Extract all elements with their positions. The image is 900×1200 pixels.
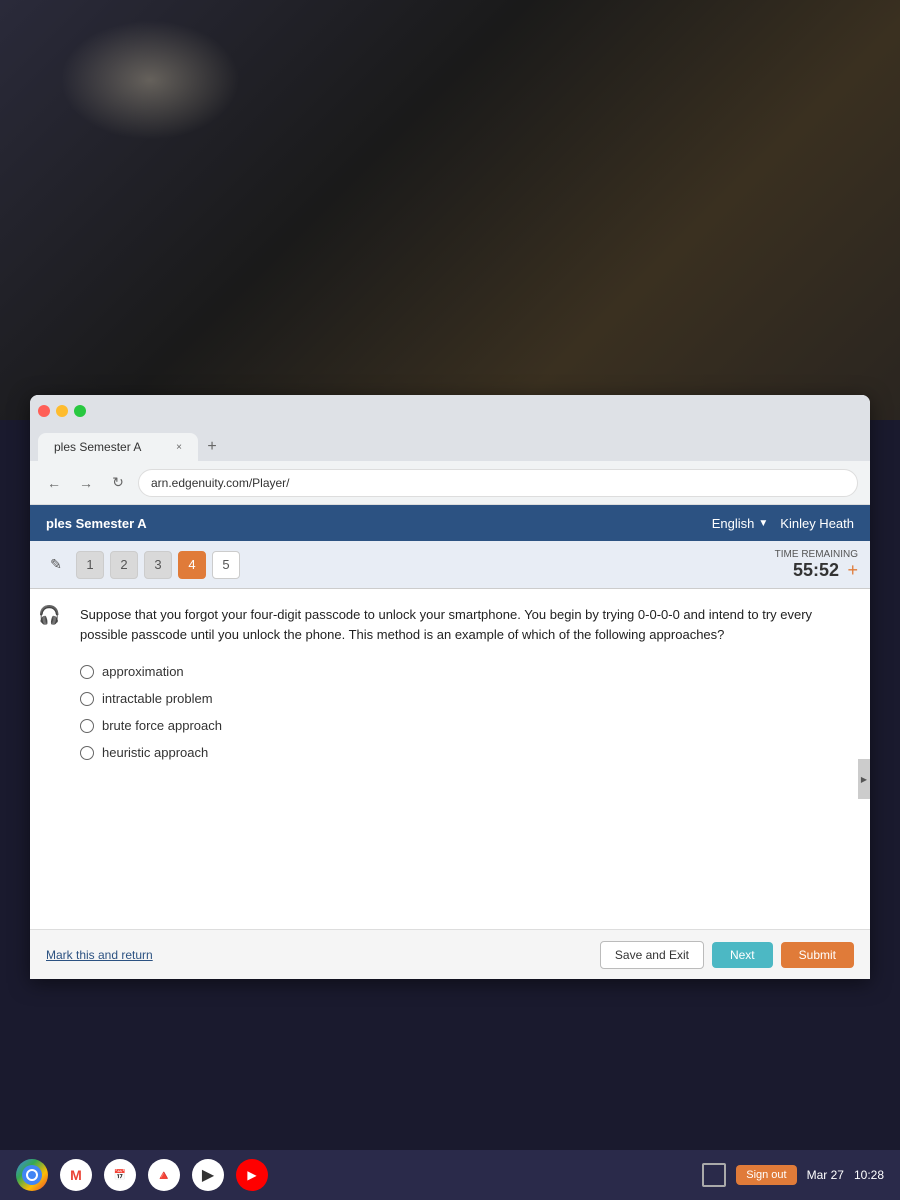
timer-value: 55:52 xyxy=(793,560,839,580)
screen-icon xyxy=(702,1163,726,1187)
language-chevron-icon: ▼ xyxy=(758,518,768,529)
back-button[interactable]: ← xyxy=(42,471,66,495)
language-selector[interactable]: English ▼ xyxy=(712,516,769,531)
tab-close-icon[interactable]: × xyxy=(176,442,182,453)
taskbar: M 📅 🔺 ▶ ▶ Sign out Mar 27 10:28 xyxy=(0,1150,900,1200)
photo-background xyxy=(0,0,900,420)
browser-minimize-button[interactable] xyxy=(56,405,68,417)
answer-option-d[interactable]: heuristic approach xyxy=(80,745,850,760)
refresh-button[interactable]: ↻ xyxy=(106,471,130,495)
radio-c[interactable] xyxy=(80,719,94,733)
option-c-text: brute force approach xyxy=(102,718,222,733)
browser-titlebar xyxy=(30,395,870,427)
radio-b[interactable] xyxy=(80,692,94,706)
calendar-icon[interactable]: 📅 xyxy=(104,1159,136,1191)
question-button-1[interactable]: 1 xyxy=(76,551,104,579)
answer-options: approximation intractable problem brute … xyxy=(50,664,850,760)
action-buttons: Save and Exit Next Submit xyxy=(600,941,854,969)
app-header: ples Semester A English ▼ Kinley Heath xyxy=(30,505,870,541)
action-bar: Mark this and return Save and Exit Next … xyxy=(30,929,870,979)
question-button-3[interactable]: 3 xyxy=(144,551,172,579)
browser-tab[interactable]: ples Semester A × xyxy=(38,433,198,461)
forward-button[interactable]: → xyxy=(74,471,98,495)
youtube-icon[interactable]: ▶ xyxy=(236,1159,268,1191)
taskbar-right: Sign out Mar 27 10:28 xyxy=(702,1163,884,1187)
save-exit-button[interactable]: Save and Exit xyxy=(600,941,704,969)
option-d-text: heuristic approach xyxy=(102,745,208,760)
tab-label: ples Semester A xyxy=(54,440,141,454)
taskbar-date: Mar 27 xyxy=(807,1168,844,1182)
address-input[interactable] xyxy=(138,469,858,497)
mark-return-link[interactable]: Mark this and return xyxy=(46,948,153,962)
scroll-arrow-icon[interactable]: ▶ xyxy=(858,759,870,799)
option-a-text: approximation xyxy=(102,664,184,679)
timer-plus-icon[interactable]: + xyxy=(847,560,858,580)
question-nav-bar: ✎ 1 2 3 4 5 TIME REMAINING 55:52 + xyxy=(30,541,870,589)
user-name: Kinley Heath xyxy=(780,516,854,531)
answer-option-c[interactable]: brute force approach xyxy=(80,718,850,733)
browser-maximize-button[interactable] xyxy=(74,405,86,417)
timer-section: TIME REMAINING 55:52 + xyxy=(775,549,858,581)
answer-option-b[interactable]: intractable problem xyxy=(80,691,850,706)
language-label: English xyxy=(712,516,755,531)
browser-tab-bar: ples Semester A × + xyxy=(30,427,870,461)
address-bar: ← → ↻ xyxy=(30,461,870,505)
question-text: Suppose that you forgot your four-digit … xyxy=(50,605,850,644)
browser-window: ples Semester A × + ← → ↻ ples Semester … xyxy=(30,395,870,979)
question-button-5[interactable]: 5 xyxy=(212,551,240,579)
edit-icon[interactable]: ✎ xyxy=(42,551,70,579)
new-tab-button[interactable]: + xyxy=(198,433,226,461)
headphone-icon[interactable]: 🎧 xyxy=(38,605,60,626)
gmail-icon[interactable]: M xyxy=(60,1159,92,1191)
chrome-icon[interactable] xyxy=(16,1159,48,1191)
question-button-4[interactable]: 4 xyxy=(178,551,206,579)
submit-button[interactable]: Submit xyxy=(781,942,854,968)
option-b-text: intractable problem xyxy=(102,691,213,706)
play-icon[interactable]: ▶ xyxy=(192,1159,224,1191)
browser-close-button[interactable] xyxy=(38,405,50,417)
drive-icon[interactable]: 🔺 xyxy=(148,1159,180,1191)
radio-a[interactable] xyxy=(80,665,94,679)
radio-d[interactable] xyxy=(80,746,94,760)
answer-option-a[interactable]: approximation xyxy=(80,664,850,679)
timer-label: TIME REMAINING xyxy=(775,549,858,560)
taskbar-time: 10:28 xyxy=(854,1168,884,1182)
next-button[interactable]: Next xyxy=(712,942,773,968)
header-right: English ▼ Kinley Heath xyxy=(712,516,854,531)
app-title: ples Semester A xyxy=(46,516,147,531)
app-container: ples Semester A English ▼ Kinley Heath ✎… xyxy=(30,505,870,979)
question-area: 🎧 Suppose that you forgot your four-digi… xyxy=(30,589,870,929)
question-button-2[interactable]: 2 xyxy=(110,551,138,579)
sign-out-button[interactable]: Sign out xyxy=(736,1165,796,1185)
